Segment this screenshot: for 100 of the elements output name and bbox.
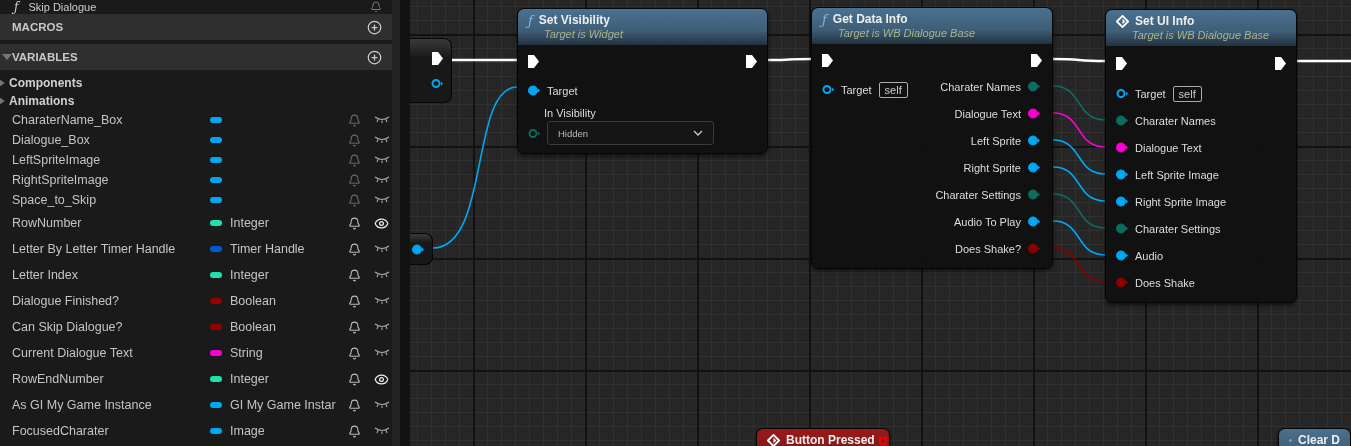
pin-icon[interactable] xyxy=(412,243,424,255)
function-item[interactable]: Skip Dialogue xyxy=(28,0,360,13)
exec-pin-icon[interactable] xyxy=(746,54,757,68)
closed-eye-icon[interactable] xyxy=(374,245,390,253)
category-label[interactable]: Animations xyxy=(9,94,75,108)
exec-pin-icon[interactable] xyxy=(432,51,443,65)
blueprint-node[interactable]: Button Pressed xyxy=(756,428,890,446)
bell-icon[interactable] xyxy=(348,242,361,256)
pin-icon[interactable] xyxy=(1028,189,1040,200)
add-icon[interactable] xyxy=(367,19,382,35)
visibility-dropdown[interactable]: Hidden xyxy=(547,121,714,145)
wire xyxy=(1052,193,1106,229)
pin-icon[interactable] xyxy=(528,85,540,96)
exec-pin-icon[interactable] xyxy=(1116,56,1127,70)
closed-eye-icon[interactable] xyxy=(374,401,390,409)
bell-icon[interactable] xyxy=(348,346,361,360)
bell-icon[interactable] xyxy=(348,372,361,386)
variable-name[interactable]: Letter Index xyxy=(12,268,210,282)
node-title: Set UI Info xyxy=(1135,14,1195,28)
pin-label: In Visibility xyxy=(543,107,597,119)
variable-name[interactable]: CharaterName_Box xyxy=(12,113,210,127)
variable-name[interactable]: Current Dialogue Text xyxy=(12,346,210,360)
pin-icon[interactable] xyxy=(1028,108,1040,119)
closed-eye-icon[interactable] xyxy=(374,136,390,144)
pin-icon[interactable] xyxy=(1116,250,1128,261)
node-title: Button Pressed xyxy=(786,433,875,446)
chevron-down-icon xyxy=(693,130,703,136)
variable-name[interactable]: Letter By Letter Timer Handle xyxy=(12,242,210,256)
variable-name[interactable]: Space_to_Skip xyxy=(12,193,210,207)
closed-eye-icon[interactable] xyxy=(374,427,390,435)
closed-eye-icon[interactable] xyxy=(374,196,390,204)
closed-eye-icon[interactable] xyxy=(374,271,390,279)
bell-icon[interactable] xyxy=(348,216,361,230)
pin-label: Does Shake? xyxy=(954,242,1021,255)
pin-icon[interactable] xyxy=(431,78,443,90)
closed-eye-icon[interactable] xyxy=(374,176,390,184)
bell-icon[interactable] xyxy=(348,424,361,438)
eye-icon[interactable] xyxy=(374,371,389,387)
variable-name[interactable]: Can Skip Dialogue? xyxy=(12,320,210,334)
pin-icon[interactable] xyxy=(1116,196,1128,207)
wire xyxy=(1052,112,1106,148)
pin-icon[interactable] xyxy=(822,84,834,95)
variable-name[interactable]: Dialogue Finished? xyxy=(12,294,210,308)
pin-icon[interactable] xyxy=(528,127,540,139)
bell-icon[interactable] xyxy=(370,0,382,13)
variable-type[interactable]: Timer Handle xyxy=(230,242,305,256)
blueprint-node[interactable]: ƒ Set Visibility Target is Widget Target In Visibility Hidden xyxy=(517,8,768,154)
self-field[interactable]: self xyxy=(878,81,908,98)
variable-name[interactable]: RowNumber xyxy=(12,216,210,230)
variable-type[interactable]: String xyxy=(230,346,263,360)
node-subtitle: Target is WB Dialogue Base xyxy=(837,27,977,39)
node-card[interactable] xyxy=(410,233,433,265)
pin-icon[interactable] xyxy=(1028,81,1040,92)
event-icon xyxy=(1116,14,1129,28)
pin-icon[interactable] xyxy=(1028,216,1040,227)
blueprint-node[interactable]: Clear D xyxy=(1278,428,1351,446)
variable-type[interactable]: Boolean xyxy=(230,294,276,308)
pin-icon[interactable] xyxy=(1116,142,1128,153)
closed-eye-icon[interactable] xyxy=(374,116,390,124)
variable-name[interactable]: LeftSpriteImage xyxy=(12,153,210,167)
pin-icon[interactable] xyxy=(1116,169,1128,180)
expand-arrow-icon[interactable] xyxy=(2,52,12,62)
bell-icon[interactable] xyxy=(348,268,361,282)
variable-type[interactable]: GI My Game Instar xyxy=(230,398,336,412)
bell-icon[interactable] xyxy=(348,294,361,308)
variable-type[interactable]: Integer xyxy=(230,372,269,386)
variable-name[interactable]: FocusedCharater xyxy=(12,424,210,438)
bell-icon[interactable] xyxy=(348,320,361,334)
category-label[interactable]: Components xyxy=(9,76,83,90)
variable-type[interactable]: Boolean xyxy=(230,320,276,334)
exec-pin-icon[interactable] xyxy=(1275,56,1286,70)
exec-pin-icon[interactable] xyxy=(528,54,539,68)
pin-icon[interactable] xyxy=(1028,135,1040,146)
wire xyxy=(1297,59,1351,63)
pin-icon[interactable] xyxy=(1116,115,1128,126)
blueprint-node[interactable]: Set UI Info Target is WB Dialogue Base Target self Charater Names Dialogue Text Left Sprite Image Right Sprite Image Charater Settings Audio Does Shake xyxy=(1105,9,1297,303)
exec-pin-icon[interactable] xyxy=(1031,53,1042,67)
variable-name[interactable]: As GI My Game Instance xyxy=(12,398,210,412)
variable-type[interactable]: Image xyxy=(230,424,265,438)
variable-type[interactable]: Integer xyxy=(230,216,269,230)
variable-name[interactable]: RightSpriteImage xyxy=(12,173,210,187)
blueprint-node[interactable]: ƒ Get Data Info Target is WB Dialogue Base Target self Charater Names Dialogue Text Left Sprite Right Sprite Charater Settings Audio To Play Does Shake? xyxy=(811,7,1053,269)
bell-icon[interactable] xyxy=(348,398,361,412)
variable-type[interactable]: Integer xyxy=(230,268,269,282)
exec-pin-icon[interactable] xyxy=(822,53,833,67)
variable-name[interactable]: RowEndNumber xyxy=(12,372,210,386)
eye-icon[interactable] xyxy=(374,215,389,231)
node-card[interactable] xyxy=(410,38,452,103)
pin-icon[interactable] xyxy=(1116,223,1128,234)
add-icon[interactable] xyxy=(367,49,382,65)
closed-eye-icon[interactable] xyxy=(374,349,390,357)
pin-label: Charater Settings xyxy=(1135,222,1221,235)
closed-eye-icon[interactable] xyxy=(374,156,390,164)
pin-icon[interactable] xyxy=(1028,162,1040,173)
pin-label: Charater Names xyxy=(1135,114,1216,127)
variable-name[interactable]: Dialogue_Box xyxy=(12,133,210,147)
pin-icon[interactable] xyxy=(1116,88,1128,99)
self-field[interactable]: self xyxy=(1172,85,1202,102)
closed-eye-icon[interactable] xyxy=(374,323,390,331)
closed-eye-icon[interactable] xyxy=(374,297,390,305)
